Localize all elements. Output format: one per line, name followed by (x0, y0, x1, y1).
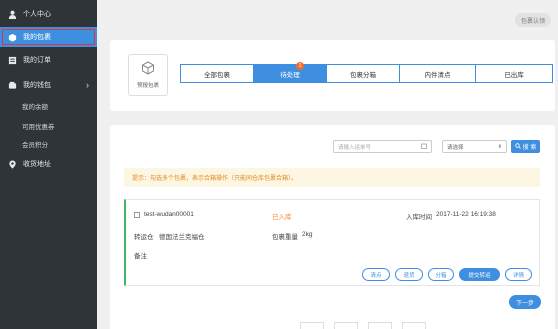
user-icon (8, 10, 17, 19)
tab-label: 已出库 (504, 71, 524, 79)
sidebar-subitem-points[interactable]: 会员积分 (22, 139, 48, 149)
tab-label: 包裹分箱 (350, 71, 376, 79)
tab-label: 待处理 (280, 71, 300, 79)
tab-inventory-check[interactable]: 内件清点 (400, 65, 476, 82)
sidebar-subitem-balance[interactable]: 我的余额 (22, 101, 48, 111)
sidebar-item-my-wallet[interactable]: 我的钱包 › (0, 75, 97, 95)
weight-value: 2kg (302, 231, 313, 238)
inbound-time-value: 2017-11-22 16:19:38 (436, 211, 496, 218)
chevron-up-down-icon: ⬍ (497, 143, 502, 150)
sidebar-item-label: 收货地址 (23, 161, 51, 168)
sidebar-item-my-packages[interactable]: 我的包裹 (0, 27, 97, 47)
tracking-number: test-wudan00001 (144, 211, 194, 218)
warehouse-value: 德国法兰克福仓 (159, 234, 205, 241)
return-button[interactable]: 退货 (395, 268, 423, 281)
tab-label: 内件清点 (424, 71, 451, 79)
split-button[interactable]: 分箱 (428, 268, 454, 281)
chevron-right-icon: › (86, 80, 89, 90)
sidebar-item-personal-center[interactable]: 个人中心 (0, 4, 97, 24)
claim-package-button[interactable]: 包裹认领 (515, 13, 551, 27)
tab-split-box[interactable]: 包裹分箱 (327, 65, 400, 82)
warehouse-label: 转运仓 (134, 234, 154, 241)
package-tabs: 全部包裹 待处理 1 包裹分箱 内件清点 已出库 (180, 62, 553, 83)
sidebar-item-my-orders[interactable]: 我的订单 (0, 50, 97, 70)
search-button[interactable]: 搜 索 (511, 140, 540, 153)
weight-label: 包裹重量 (272, 234, 298, 241)
tracking-search-input[interactable]: 请输入运单号 (333, 140, 432, 153)
location-icon (8, 159, 17, 169)
package-tabs-card: 预报包裹 全部包裹 待处理 1 包裹分箱 内件清点 已出库 (110, 40, 555, 111)
pager-box[interactable] (334, 322, 358, 329)
sidebar-item-label: 个人中心 (23, 11, 51, 18)
search-placeholder: 请输入运单号 (338, 144, 372, 151)
predict-package-button[interactable]: 预报包裹 (128, 54, 168, 96)
tab-pending[interactable]: 待处理 1 (254, 62, 327, 82)
sidebar: 个人中心 我的包裹 我的订单 我的钱包 › 我的余额 可用优惠券 会员积分 收货… (0, 0, 97, 329)
pager-box[interactable] (368, 322, 392, 329)
pager-box[interactable] (300, 322, 324, 329)
search-button-label: 搜 索 (522, 145, 537, 151)
package-row: test-wudan00001 已入库 入库时间 2017-11-22 16:1… (124, 199, 540, 286)
calendar-icon (421, 143, 427, 151)
sidebar-item-label: 我的钱包 (23, 82, 51, 89)
inbound-time-label: 入库时间 (406, 214, 432, 221)
submit-transfer-button[interactable]: 提交转运 (459, 268, 500, 281)
count-button[interactable]: 清点 (362, 268, 390, 281)
box-icon (8, 33, 17, 42)
select-value: 请选择 (447, 144, 464, 151)
details-button[interactable]: 详情 (505, 268, 532, 281)
merge-notice: 提示：勾选多个包裹，表示合箱操作（只能同仓库包裹合箱）。 (124, 168, 540, 187)
sidebar-item-label: 我的包裹 (23, 34, 51, 41)
note-label: 备注 (134, 253, 147, 260)
search-icon (514, 142, 521, 151)
tab-label: 全部包裹 (204, 71, 230, 79)
cube-icon (141, 61, 155, 77)
predict-package-label: 预报包裹 (136, 83, 159, 89)
package-checkbox[interactable] (134, 212, 140, 218)
sidebar-subitem-coupons[interactable]: 可用优惠券 (22, 121, 55, 131)
package-list-card: 请输入运单号 请选择 ⬍ 搜 索 提示：勾选多个包裹，表示合箱操作（只能同仓库包… (110, 125, 555, 329)
warehouse-select[interactable]: 请选择 ⬍ (442, 140, 507, 153)
list-icon (8, 56, 17, 65)
pager-box[interactable] (402, 322, 426, 329)
next-step-button[interactable]: 下一步 (509, 295, 541, 309)
pending-count-badge: 1 (296, 62, 304, 70)
tab-all-packages[interactable]: 全部包裹 (181, 65, 254, 82)
sidebar-item-label: 我的订单 (23, 57, 51, 64)
sidebar-item-address[interactable]: 收货地址 (0, 154, 97, 174)
tab-shipped[interactable]: 已出库 (476, 65, 552, 82)
wallet-icon (8, 81, 17, 90)
status-badge: 已入库 (272, 214, 292, 221)
